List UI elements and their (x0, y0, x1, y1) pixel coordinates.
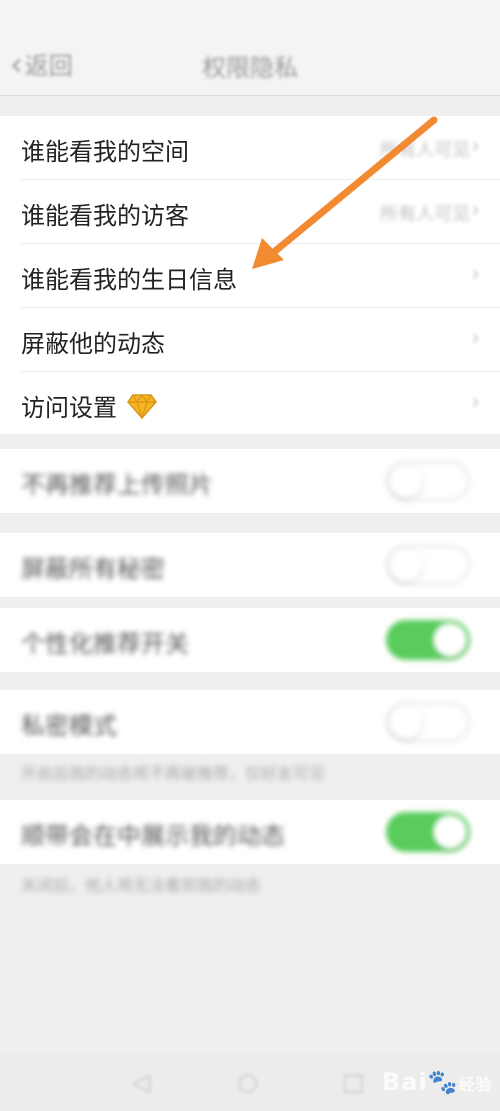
menu-item-space-visibility[interactable]: 谁能看我的空间 所有人可见 › (0, 116, 500, 180)
setting-personalized-recommend: 个性化推荐开关 (0, 608, 500, 672)
triangle-back-icon[interactable]: ◁ (132, 1068, 150, 1096)
chevron-right-icon: › (471, 198, 480, 223)
setting-label: 私密模式 (21, 712, 117, 740)
menu-item-value: 所有人可见 (380, 140, 470, 161)
toggle-switch[interactable] (386, 812, 470, 852)
menu-item-label: 访问设置 (21, 388, 157, 423)
chevron-right-icon: › (471, 326, 480, 351)
setting-hint: 开启后我的动态将不再被推荐，仅好友可见 (21, 764, 326, 783)
menu-item-label: 谁能看我的访客 (21, 202, 189, 230)
setting-label: 顺带会在中展示我的动态 (21, 822, 285, 850)
menu-item-value: 所有人可见 (380, 204, 470, 225)
setting-show-feed: 顺带会在中展示我的动态 (0, 800, 500, 864)
menu-item-block-feed[interactable]: 屏蔽他的动态 › (0, 308, 500, 372)
page-title: 权限隐私 (202, 54, 298, 82)
setting-block-secrets: 屏蔽所有秘密 (0, 533, 500, 597)
chevron-right-icon: › (471, 134, 480, 159)
chevron-right-icon: › (471, 390, 480, 415)
menu-item-access-settings[interactable]: 访问设置 › (0, 372, 500, 436)
menu-item-birthday-visibility[interactable]: 谁能看我的生日信息 › (0, 244, 500, 308)
menu-item-label: 屏蔽他的动态 (21, 330, 165, 358)
menu-item-visitor-visibility[interactable]: 谁能看我的访客 所有人可见 › (0, 180, 500, 244)
menu-item-label: 谁能看我的生日信息 (21, 266, 237, 294)
setting-label: 个性化推荐开关 (21, 630, 189, 658)
circle-home-icon[interactable]: ○ (237, 1068, 258, 1096)
toggle-switch[interactable] (386, 545, 470, 585)
access-settings-text: 访问设置 (21, 394, 117, 422)
diamond-icon (127, 393, 157, 419)
chevron-right-icon: › (471, 262, 480, 287)
toggle-switch[interactable] (386, 702, 470, 742)
toggle-switch[interactable] (386, 461, 470, 501)
nav-header: ‹ 返回 权限隐私 (0, 0, 500, 96)
toggle-switch[interactable] (386, 620, 470, 660)
watermark-text2: 经验 (458, 1075, 493, 1094)
setting-label: 屏蔽所有秘密 (21, 555, 165, 583)
privacy-menu-card: 谁能看我的空间 所有人可见 › 谁能看我的访客 所有人可见 › 谁能看我的生日信… (0, 116, 500, 434)
setting-hint: 关闭后，他人将无法看到我的动态 (21, 876, 262, 895)
setting-label: 不再推荐上传照片 (21, 471, 213, 499)
baidu-watermark: Bai🐾经验 (382, 1068, 493, 1096)
watermark-text: Bai (382, 1068, 428, 1096)
setting-no-photo-recommend: 不再推荐上传照片 (0, 449, 500, 513)
paw-icon: 🐾 (427, 1068, 459, 1096)
setting-private-mode: 私密模式 (0, 690, 500, 754)
menu-item-label: 谁能看我的空间 (21, 138, 189, 166)
square-recent-icon[interactable]: □ (342, 1068, 365, 1096)
